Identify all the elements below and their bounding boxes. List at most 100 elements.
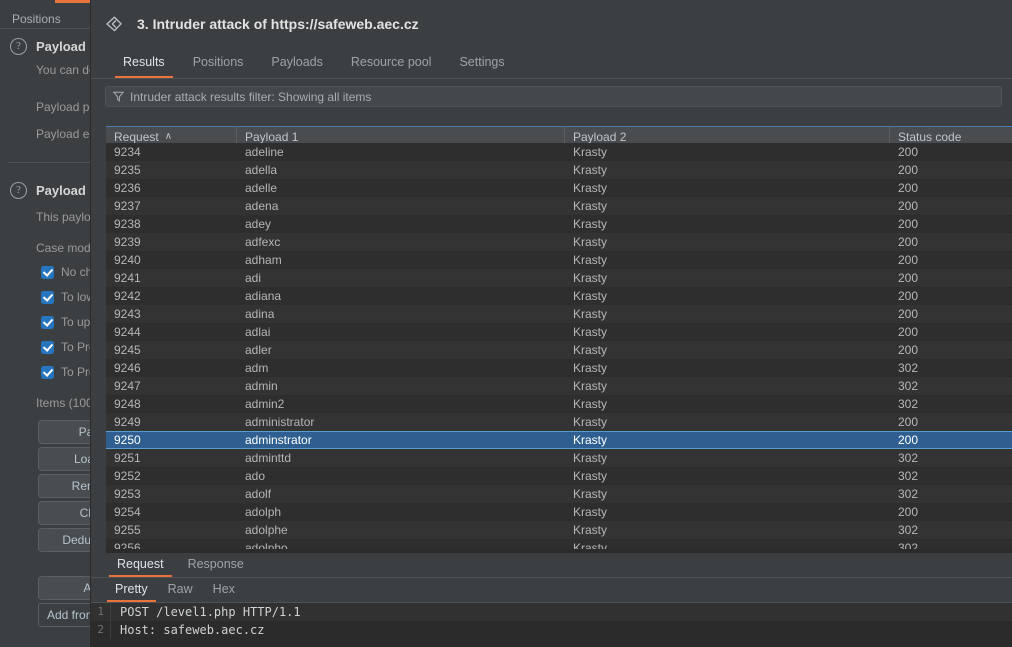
cell-payload-2: Krasty: [573, 163, 608, 177]
cell-request: 9242: [114, 289, 141, 303]
tab-settings[interactable]: Settings: [445, 48, 518, 78]
cell-payload-2: Krasty: [573, 325, 608, 339]
tab-raw[interactable]: Raw: [158, 578, 203, 602]
table-row[interactable]: 9254 adolph Krasty 200: [106, 503, 1012, 521]
modal-header: 3. Intruder attack of https://safeweb.ae…: [91, 0, 1012, 48]
tab-positions[interactable]: Positions: [179, 48, 258, 78]
cell-payload-1: adolf: [245, 487, 272, 501]
cell-status-code: 200: [898, 271, 919, 285]
active-tab-underline: [55, 0, 95, 3]
tab-pretty[interactable]: Pretty: [105, 578, 158, 602]
tab-results[interactable]: Results: [109, 48, 179, 78]
code-text: Host: safeweb.aec.cz: [120, 623, 265, 637]
help-icon-payload-settings[interactable]: ?: [10, 182, 27, 199]
table-row[interactable]: 9250 adminstrator Krasty 200: [106, 431, 1012, 449]
cell-payload-2: Krasty: [573, 433, 608, 447]
cell-payload-1: adey: [245, 217, 272, 231]
cell-payload-1: adolpho: [245, 541, 288, 549]
cell-payload-1: adelle: [245, 181, 278, 195]
table-row[interactable]: 9240 adham Krasty 200: [106, 251, 1012, 269]
results-table: Request ∧ Payload 1 Payload 2 Status cod…: [106, 126, 1012, 553]
cell-payload-2: Krasty: [573, 199, 608, 213]
table-row[interactable]: 9242 adiana Krasty 200: [106, 287, 1012, 305]
help-icon-payload-positions[interactable]: ?: [10, 38, 27, 55]
tab-hex[interactable]: Hex: [203, 578, 245, 602]
cell-payload-2: Krasty: [573, 523, 608, 537]
results-filter-bar[interactable]: Intruder attack results filter: Showing …: [105, 86, 1002, 107]
table-row[interactable]: 9234 adeline Krasty 200: [106, 143, 1012, 161]
cell-payload-2: Krasty: [573, 541, 608, 549]
cell-request: 9251: [114, 451, 141, 465]
request-response-tab-bar: Request Response: [91, 553, 1012, 578]
cell-payload-1: adminttd: [245, 451, 292, 465]
table-row[interactable]: 9243 adina Krasty 200: [106, 305, 1012, 323]
table-row[interactable]: 9244 adlai Krasty 200: [106, 323, 1012, 341]
cell-payload-1: adolph: [245, 505, 282, 519]
table-row[interactable]: 9249 administrator Krasty 200: [106, 413, 1012, 431]
tab-response[interactable]: Response: [176, 553, 256, 577]
cell-status-code: 200: [898, 253, 919, 267]
cell-request: 9248: [114, 397, 141, 411]
cell-status-code: 302: [898, 541, 919, 549]
cell-status-code: 302: [898, 487, 919, 501]
table-row[interactable]: 9241 adi Krasty 200: [106, 269, 1012, 287]
table-row[interactable]: 9236 adelle Krasty 200: [106, 179, 1012, 197]
table-row[interactable]: 9235 adella Krasty 200: [106, 161, 1012, 179]
table-row[interactable]: 9248 admin2 Krasty 302: [106, 395, 1012, 413]
cell-payload-2: Krasty: [573, 307, 608, 321]
cell-request: 9250: [114, 433, 141, 447]
cell-status-code: 302: [898, 397, 919, 411]
cell-request: 9244: [114, 325, 141, 339]
table-row[interactable]: 9246 adm Krasty 302: [106, 359, 1012, 377]
table-row[interactable]: 9251 adminttd Krasty 302: [106, 449, 1012, 467]
cell-status-code: 200: [898, 289, 919, 303]
cell-payload-1: adeline: [245, 145, 284, 159]
cell-payload-2: Krasty: [573, 343, 608, 357]
cell-status-code: 302: [898, 361, 919, 375]
checkbox-to-proper-name[interactable]: [41, 365, 54, 379]
cell-status-code: 200: [898, 307, 919, 321]
cell-payload-1: adham: [245, 253, 282, 267]
cell-status-code: 200: [898, 235, 919, 249]
table-row[interactable]: 9238 adey Krasty 200: [106, 215, 1012, 233]
cell-payload-1: admin: [245, 379, 278, 393]
cell-payload-2: Krasty: [573, 235, 608, 249]
table-row[interactable]: 9256 adolpho Krasty 302: [106, 539, 1012, 549]
cell-payload-1: administrator: [245, 415, 315, 429]
cell-payload-2: Krasty: [573, 361, 608, 375]
table-row[interactable]: 9239 adfexc Krasty 200: [106, 233, 1012, 251]
cell-request: 9256: [114, 541, 141, 549]
cell-payload-1: adiana: [245, 289, 282, 303]
table-row[interactable]: 9237 adena Krasty 200: [106, 197, 1012, 215]
table-row[interactable]: 9245 adler Krasty 200: [106, 341, 1012, 359]
cell-payload-1: adfexc: [245, 235, 281, 249]
cell-payload-2: Krasty: [573, 451, 608, 465]
cell-request: 9235: [114, 163, 141, 177]
cell-request: 9245: [114, 343, 141, 357]
table-row[interactable]: 9247 admin Krasty 302: [106, 377, 1012, 395]
cell-payload-2: Krasty: [573, 505, 608, 519]
table-row[interactable]: 9252 ado Krasty 302: [106, 467, 1012, 485]
tab-resource-pool[interactable]: Resource pool: [337, 48, 446, 78]
tab-payloads[interactable]: Payloads: [257, 48, 336, 78]
filter-text: Intruder attack results filter: Showing …: [130, 89, 372, 104]
cell-status-code: 302: [898, 451, 919, 465]
tab-positions[interactable]: Positions: [12, 12, 61, 26]
checkbox-to-upper-case[interactable]: [41, 315, 54, 329]
cell-request: 9253: [114, 487, 141, 501]
request-code-viewer[interactable]: 1 POST /level1.php HTTP/1.1 2 Host: safeweb…: [91, 603, 1012, 647]
cell-request: 9236: [114, 181, 141, 195]
cell-payload-2: Krasty: [573, 289, 608, 303]
table-body[interactable]: 9234 adeline Krasty 200 9235 adella Krasty 200 9…: [106, 143, 1012, 549]
checkbox-to-propername[interactable]: [41, 340, 54, 354]
table-row[interactable]: 9255 adolphe Krasty 302: [106, 521, 1012, 539]
line-number: 2: [91, 621, 111, 639]
checkbox-no-change[interactable]: [41, 265, 54, 279]
table-row[interactable]: 9253 adolf Krasty 302: [106, 485, 1012, 503]
cell-status-code: 200: [898, 163, 919, 177]
cell-request: 9237: [114, 199, 141, 213]
back-arrow-icon[interactable]: [103, 13, 125, 35]
checkbox-to-lower-case[interactable]: [41, 290, 54, 304]
request-response-panel: Request Response Pretty Raw Hex 1 POST /l…: [91, 553, 1012, 647]
tab-request[interactable]: Request: [105, 553, 176, 577]
